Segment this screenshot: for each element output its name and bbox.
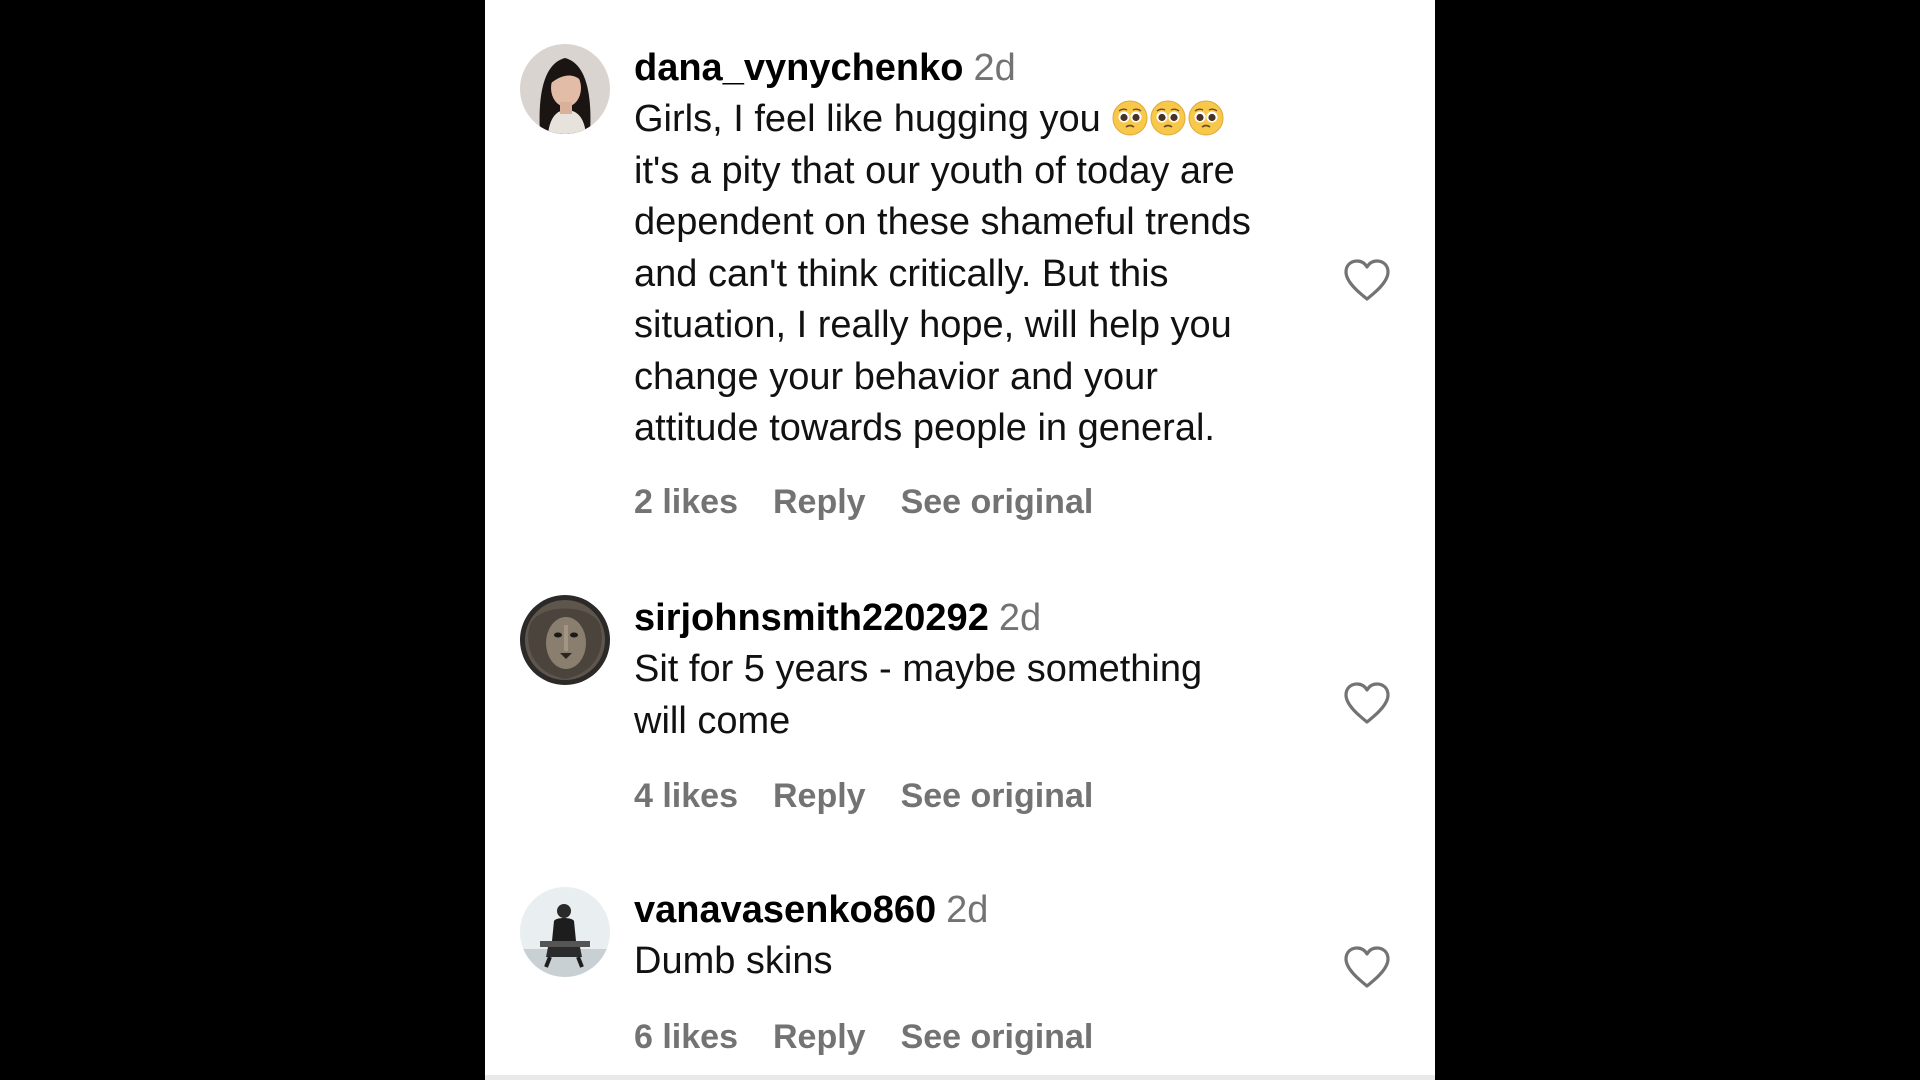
comment-text: Dumb skins — [634, 940, 833, 982]
comment-header: dana_vynychenko 2d — [634, 42, 1334, 94]
timestamp[interactable]: 2d — [999, 597, 1041, 639]
comment-text: Sit for 5 years - maybe something will c… — [634, 648, 1203, 742]
pleading-face-emoji — [1187, 99, 1225, 137]
comment-actions: 2 likes Reply See original — [634, 483, 1334, 522]
woman-portrait-image — [520, 44, 610, 134]
timestamp[interactable]: 2d — [946, 889, 988, 931]
username[interactable]: sirjohnsmith220292 — [634, 597, 989, 639]
man-sitting-portrait-image — [520, 887, 610, 977]
like-heart-icon[interactable] — [1342, 680, 1392, 726]
likes-count[interactable]: 4 likes — [634, 777, 738, 815]
divider — [485, 1075, 1435, 1080]
like-heart-icon[interactable] — [1342, 944, 1392, 990]
comment-text: Girls, I feel like hugging you it's a pi… — [634, 94, 1334, 455]
comment-header: sirjohnsmith220292 2d — [634, 592, 1334, 644]
avatar[interactable] — [520, 887, 610, 977]
timestamp[interactable]: 2d — [973, 47, 1015, 89]
pleading-face-emoji — [1111, 99, 1149, 137]
see-original-button[interactable]: See original — [901, 1018, 1094, 1056]
comment-text-first-line: Girls, I feel like hugging you — [634, 98, 1112, 140]
comment-actions: 6 likes Reply See original — [634, 1018, 1334, 1057]
comment-actions: 4 likes Reply See original — [634, 777, 1334, 816]
comments-panel: dana_vynychenko 2d Girls, I feel like hug… — [485, 0, 1435, 1080]
lion-portrait-image — [520, 595, 610, 685]
username[interactable]: dana_vynychenko — [634, 47, 963, 89]
likes-count[interactable]: 2 likes — [634, 483, 738, 521]
avatar[interactable] — [520, 44, 610, 134]
reply-button[interactable]: Reply — [773, 483, 866, 521]
pleading-face-emoji — [1149, 99, 1187, 137]
comment-body: dana_vynychenko 2d Girls, I feel like hug… — [634, 42, 1334, 522]
comment-body: vanavasenko860 2d Dumb skins 6 likes Reply… — [634, 884, 1334, 1057]
likes-count[interactable]: 6 likes — [634, 1018, 738, 1056]
reply-button[interactable]: Reply — [773, 777, 866, 815]
reply-button[interactable]: Reply — [773, 1018, 866, 1056]
see-original-button[interactable]: See original — [901, 483, 1094, 521]
comment-header: vanavasenko860 2d — [634, 884, 1334, 936]
see-original-button[interactable]: See original — [901, 777, 1094, 815]
like-heart-icon[interactable] — [1342, 257, 1392, 303]
avatar[interactable] — [520, 595, 610, 685]
comment-text-rest: it's a pity that our youth of today are … — [634, 149, 1251, 450]
comment-body: sirjohnsmith220292 2d Sit for 5 years - m… — [634, 592, 1334, 816]
username[interactable]: vanavasenko860 — [634, 889, 936, 931]
